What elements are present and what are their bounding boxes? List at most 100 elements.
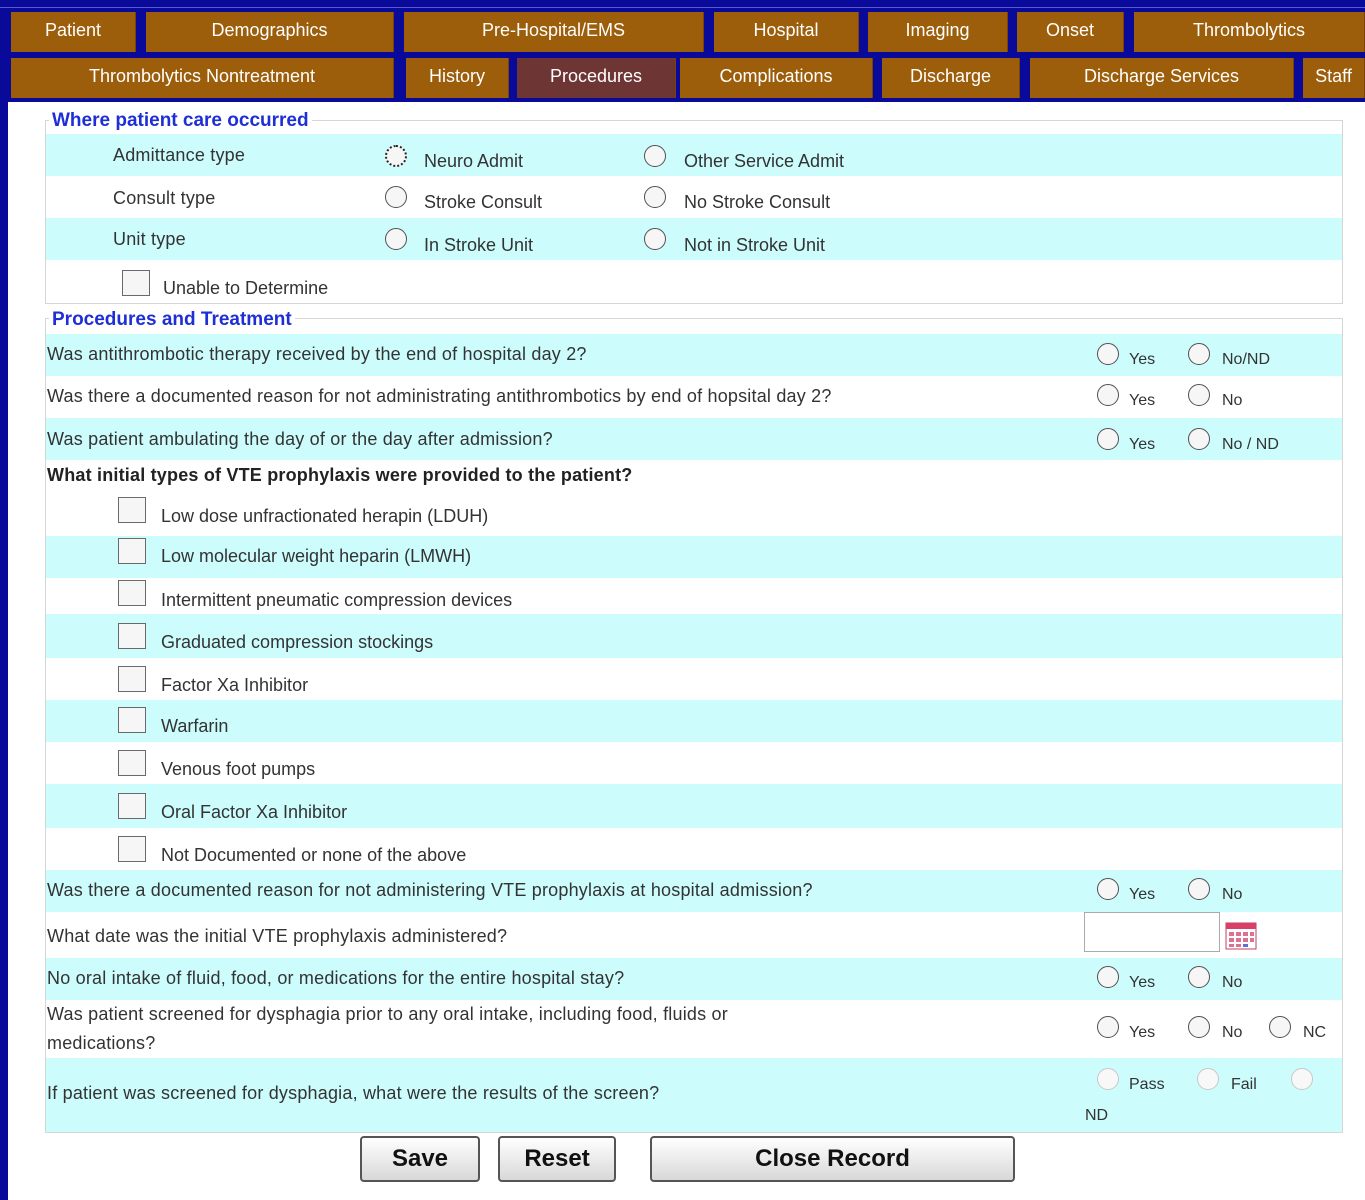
neuro-admit-label: Neuro Admit <box>424 151 524 171</box>
q3-no-label: No / ND <box>1222 436 1279 453</box>
q7-yes-label: Yes <box>1129 1024 1156 1041</box>
q1-no-radio[interactable] <box>1188 343 1210 365</box>
no-stroke-consult-radio[interactable] <box>644 186 666 208</box>
q3-yes-radio[interactable] <box>1097 428 1119 450</box>
no-stroke-consult-label: No Stroke Consult <box>684 192 831 212</box>
vte-factor-xa-label: Factor Xa Inhibitor <box>161 675 309 695</box>
unit-label: Unit type <box>113 229 186 249</box>
tab-discharge[interactable]: Discharge <box>882 58 1020 98</box>
q8-label: If patient was screened for dysphagia, w… <box>47 1083 660 1103</box>
other-service-admit-radio[interactable] <box>644 145 666 167</box>
vte-foot-pumps-label: Venous foot pumps <box>161 759 316 779</box>
q4-no-label: No <box>1222 886 1243 903</box>
q7-nc-radio[interactable] <box>1269 1016 1291 1038</box>
neuro-admit-radio[interactable] <box>385 145 407 167</box>
q2-yes-radio[interactable] <box>1097 384 1119 406</box>
q8-nd-radio[interactable] <box>1291 1068 1313 1090</box>
tab-thrombolytics-nontreatment[interactable]: Thrombolytics Nontreatment <box>11 58 394 98</box>
q1-yes-radio[interactable] <box>1097 343 1119 365</box>
q1-no-label: No/ND <box>1222 351 1271 368</box>
in-stroke-unit-label: In Stroke Unit <box>424 235 534 255</box>
tab-complications[interactable]: Complications <box>680 58 873 98</box>
tab-row-1: Patient Demographics Pre-Hospital/EMS Ho… <box>0 12 1365 52</box>
vte-ipc-checkbox[interactable] <box>118 580 146 606</box>
tab-imaging[interactable]: Imaging <box>868 12 1008 52</box>
q8-pass-radio[interactable] <box>1097 1068 1119 1090</box>
reset-button[interactable]: Reset <box>498 1136 616 1182</box>
vte-lmwh-checkbox[interactable] <box>118 538 146 564</box>
q3-no-radio[interactable] <box>1188 428 1210 450</box>
calendar-icon[interactable] <box>1225 922 1257 950</box>
q4-no-radio[interactable] <box>1188 878 1210 900</box>
q4-yes-radio[interactable] <box>1097 878 1119 900</box>
vte-warfarin-label: Warfarin <box>161 716 229 736</box>
q8-fail-label: Fail <box>1231 1076 1257 1093</box>
q7-yes-radio[interactable] <box>1097 1016 1119 1038</box>
q2-no-radio[interactable] <box>1188 384 1210 406</box>
q4-label: Was there a documented reason for not ad… <box>47 880 813 900</box>
q7-no-label: No <box>1222 1024 1243 1041</box>
q1-yes-label: Yes <box>1129 351 1156 368</box>
tab-row-2: Thrombolytics Nontreatment History Proce… <box>0 58 1365 98</box>
tab-hospital[interactable]: Hospital <box>714 12 859 52</box>
vte-question: What initial types of VTE prophylaxis we… <box>47 465 633 485</box>
q7-no-radio[interactable] <box>1188 1016 1210 1038</box>
admittance-label: Admittance type <box>113 145 246 165</box>
vte-ipc-label: Intermittent pneumatic compression devic… <box>161 590 513 610</box>
tab-staff[interactable]: Staff <box>1303 58 1365 98</box>
q6-yes-radio[interactable] <box>1097 966 1119 988</box>
q3-yes-label: Yes <box>1129 436 1156 453</box>
stroke-consult-radio[interactable] <box>385 186 407 208</box>
other-service-admit-label: Other Service Admit <box>684 151 845 171</box>
q2-no-label: No <box>1222 392 1243 409</box>
vte-gcs-checkbox[interactable] <box>118 623 146 649</box>
q6-label: No oral intake of fluid, food, or medica… <box>47 968 625 988</box>
vte-foot-pumps-checkbox[interactable] <box>118 750 146 776</box>
q6-yes-label: Yes <box>1129 974 1156 991</box>
q7-label-line1: Was patient screened for dysphagia prior… <box>47 1004 728 1024</box>
vte-none-label: Not Documented or none of the above <box>161 845 467 865</box>
left-border <box>0 102 8 1200</box>
not-in-stroke-unit-radio[interactable] <box>644 228 666 250</box>
q2-yes-label: Yes <box>1129 392 1156 409</box>
tab-history[interactable]: History <box>406 58 509 98</box>
q8-fail-radio[interactable] <box>1197 1068 1219 1090</box>
save-button[interactable]: Save <box>360 1136 480 1182</box>
tab-thrombolytics[interactable]: Thrombolytics <box>1134 12 1365 52</box>
tab-pre-hospital-ems[interactable]: Pre-Hospital/EMS <box>404 12 704 52</box>
vte-lduh-checkbox[interactable] <box>118 497 146 523</box>
vte-lduh-label: Low dose unfractionated herapin (LDUH) <box>161 506 489 526</box>
vte-gcs-label: Graduated compression stockings <box>161 632 434 652</box>
q6-no-radio[interactable] <box>1188 966 1210 988</box>
procedures-section-title: Procedures and Treatment <box>49 309 295 331</box>
vte-oral-factor-xa-checkbox[interactable] <box>118 793 146 819</box>
vte-factor-xa-checkbox[interactable] <box>118 666 146 692</box>
vte-lmwh-label: Low molecular weight heparin (LMWH) <box>161 546 472 566</box>
q8-nd-label: ND <box>1085 1107 1109 1124</box>
vte-warfarin-checkbox[interactable] <box>118 707 146 733</box>
q5-label: What date was the initial VTE prophylaxi… <box>47 926 508 946</box>
tab-demographics[interactable]: Demographics <box>146 12 394 52</box>
consult-label: Consult type <box>113 188 216 208</box>
unable-to-determine-checkbox[interactable] <box>122 270 150 296</box>
q8-pass-label: Pass <box>1129 1076 1165 1093</box>
close-record-button[interactable]: Close Record <box>650 1136 1015 1182</box>
vte-none-checkbox[interactable] <box>118 836 146 862</box>
in-stroke-unit-radio[interactable] <box>385 228 407 250</box>
tab-patient[interactable]: Patient <box>11 12 136 52</box>
vte-oral-factor-xa-label: Oral Factor Xa Inhibitor <box>161 802 348 822</box>
q3-label: Was patient ambulating the day of or the… <box>47 429 553 449</box>
stroke-consult-label: Stroke Consult <box>424 192 543 212</box>
q1-label: Was antithrombotic therapy received by t… <box>47 344 587 364</box>
tab-procedures[interactable]: Procedures <box>517 58 676 98</box>
q2-label: Was there a documented reason for not ad… <box>47 386 832 406</box>
q7-label-line2: medications? <box>47 1033 156 1053</box>
q6-no-label: No <box>1222 974 1243 991</box>
vte-row-5 <box>46 700 1342 742</box>
tab-discharge-services[interactable]: Discharge Services <box>1030 58 1294 98</box>
tab-onset[interactable]: Onset <box>1017 12 1124 52</box>
q4-yes-label: Yes <box>1129 886 1156 903</box>
not-in-stroke-unit-label: Not in Stroke Unit <box>684 235 826 255</box>
vte-date-input[interactable] <box>1084 912 1220 952</box>
care-section-title: Where patient care occurred <box>49 110 312 132</box>
